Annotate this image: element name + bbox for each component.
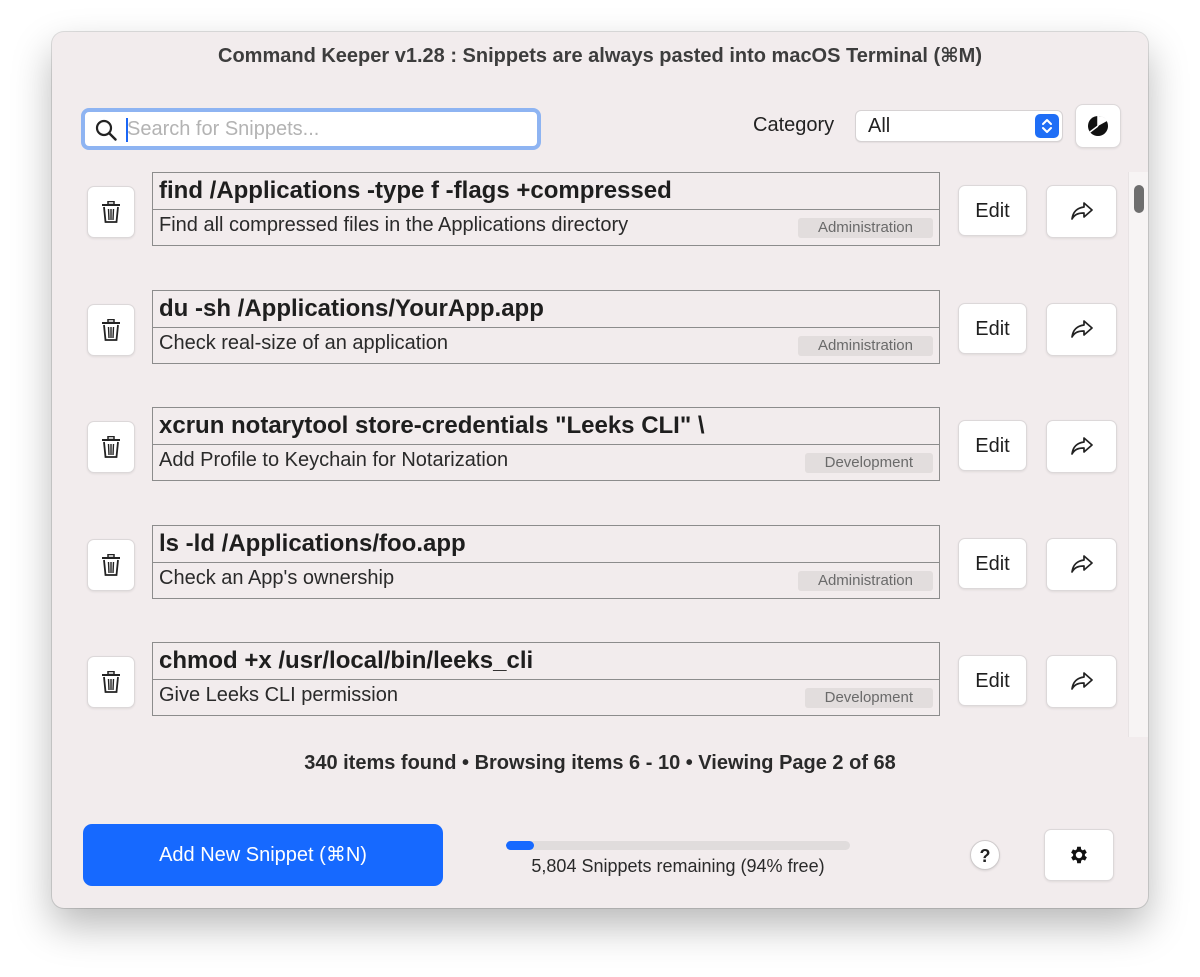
trash-icon xyxy=(102,553,120,576)
snippet-list: find /Applications -type f -flags +compr… xyxy=(52,162,1128,737)
delete-snippet-button[interactable] xyxy=(87,186,135,238)
paste-snippet-button[interactable] xyxy=(1046,537,1117,591)
usage-progress-fill xyxy=(506,841,534,850)
category-label: Category xyxy=(753,114,835,136)
trash-icon xyxy=(102,671,120,693)
snippet-category-badge: Administration xyxy=(797,218,933,238)
snippet-row: ls -ld /Applications/foo.app Check an Ap… xyxy=(52,515,1128,599)
search-icon xyxy=(95,119,117,141)
app-window: Command Keeper v1.28 : Snippets are alwa… xyxy=(52,32,1148,908)
snippet-row: xcrun notarytool store-credentials "Leek… xyxy=(52,397,1128,481)
snippet-description: Add Profile to Keychain for Notarization xyxy=(159,449,509,471)
snippet-command: ls -ld /Applications/foo.app xyxy=(153,526,939,563)
edit-snippet-button[interactable]: Edit xyxy=(958,302,1027,354)
category-selected-value: All xyxy=(868,115,891,137)
snippet-card[interactable]: chmod +x /usr/local/bin/leeks_cli Give L… xyxy=(152,642,940,716)
statistics-button[interactable] xyxy=(1075,104,1121,148)
share-arrow-icon xyxy=(1071,554,1093,573)
edit-snippet-button[interactable]: Edit xyxy=(958,655,1027,706)
pagination-status: 340 items found • Browsing items 6 - 10 … xyxy=(304,752,896,774)
share-arrow-icon xyxy=(1071,672,1093,690)
gear-icon xyxy=(1071,846,1087,864)
snippet-category-badge: Administration xyxy=(797,570,933,591)
snippet-category-badge: Development xyxy=(804,453,933,473)
snippet-card[interactable]: du -sh /Applications/YourApp.app Check r… xyxy=(152,289,940,364)
delete-snippet-button[interactable] xyxy=(87,303,135,356)
snippet-command: find /Applications -type f -flags +compr… xyxy=(153,173,939,210)
scrollbar[interactable] xyxy=(1128,172,1148,737)
trash-icon xyxy=(102,318,120,341)
chevron-up-down-icon xyxy=(1035,114,1059,138)
text-caret xyxy=(126,118,128,142)
share-arrow-icon xyxy=(1071,437,1093,455)
snippet-card[interactable]: xcrun notarytool store-credentials "Leek… xyxy=(152,407,940,481)
scrollbar-thumb[interactable] xyxy=(1134,185,1144,213)
snippet-command: chmod +x /usr/local/bin/leeks_cli xyxy=(153,643,939,680)
snippet-category-badge: Development xyxy=(804,688,933,708)
window-title: Command Keeper v1.28 : Snippets are alwa… xyxy=(218,45,982,67)
snippet-row: find /Applications -type f -flags +compr… xyxy=(52,162,1128,246)
snippet-row: du -sh /Applications/YourApp.app Check r… xyxy=(52,280,1128,364)
delete-snippet-button[interactable] xyxy=(87,656,135,708)
pie-chart-icon xyxy=(1088,115,1108,136)
snippet-row: chmod +x /usr/local/bin/leeks_cli Give L… xyxy=(52,632,1128,716)
snippet-category-badge: Administration xyxy=(797,335,933,356)
search-field[interactable] xyxy=(81,108,541,150)
search-input[interactable] xyxy=(127,112,529,146)
snippet-card[interactable]: find /Applications -type f -flags +compr… xyxy=(152,172,940,246)
snippet-description: Find all compressed files in the Applica… xyxy=(159,214,629,236)
paste-snippet-button[interactable] xyxy=(1046,655,1117,708)
help-button[interactable]: ? xyxy=(970,840,1000,870)
edit-snippet-button[interactable]: Edit xyxy=(958,185,1027,236)
share-arrow-icon xyxy=(1071,319,1093,338)
share-arrow-icon xyxy=(1071,202,1093,220)
snippets-remaining-text: 5,804 Snippets remaining (94% free) xyxy=(531,856,825,876)
settings-button[interactable] xyxy=(1044,829,1114,881)
category-select[interactable]: All xyxy=(855,110,1063,142)
delete-snippet-button[interactable] xyxy=(87,421,135,473)
trash-icon xyxy=(102,201,120,223)
snippet-card[interactable]: ls -ld /Applications/foo.app Check an Ap… xyxy=(152,524,940,599)
paste-snippet-button[interactable] xyxy=(1046,185,1117,238)
snippet-description: Check real-size of an application xyxy=(159,331,449,354)
trash-icon xyxy=(102,436,120,458)
paste-snippet-button[interactable] xyxy=(1046,302,1117,356)
snippet-description: Give Leeks CLI permission xyxy=(159,684,398,706)
paste-snippet-button[interactable] xyxy=(1046,420,1117,473)
snippet-command: xcrun notarytool store-credentials "Leek… xyxy=(153,408,939,445)
snippet-description: Check an App's ownership xyxy=(159,566,395,589)
edit-snippet-button[interactable]: Edit xyxy=(958,420,1027,471)
edit-snippet-button[interactable]: Edit xyxy=(958,537,1027,589)
snippet-command: du -sh /Applications/YourApp.app xyxy=(153,291,939,328)
delete-snippet-button[interactable] xyxy=(87,538,135,591)
usage-progress-bar xyxy=(506,841,850,850)
add-new-snippet-button[interactable]: Add New Snippet (⌘N) xyxy=(83,824,443,886)
